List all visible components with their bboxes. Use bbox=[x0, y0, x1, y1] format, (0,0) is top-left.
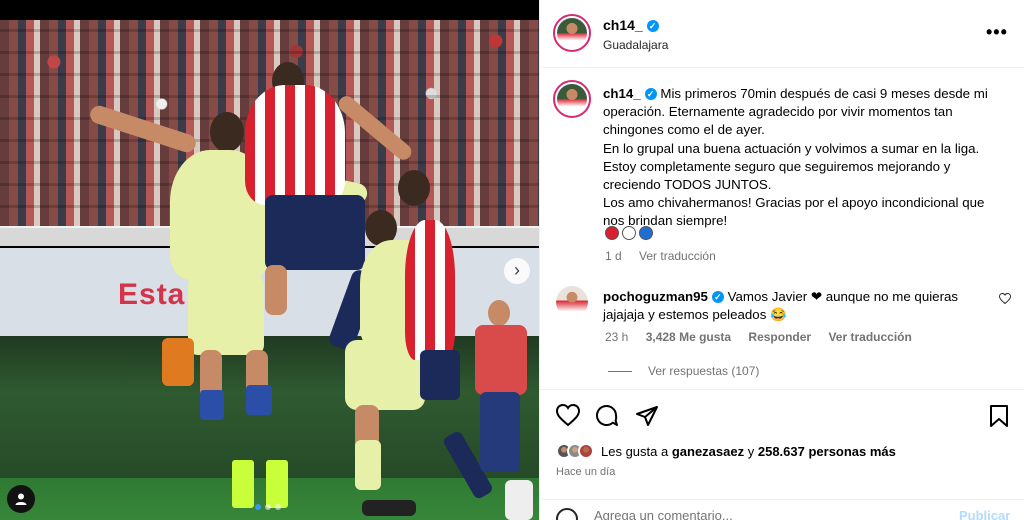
comment-like-heart-icon[interactable] bbox=[998, 292, 1012, 307]
ad-board-text: Esta bbox=[118, 278, 186, 311]
commenter-username[interactable]: pochoguzman95 bbox=[603, 289, 708, 304]
carousel-dot bbox=[265, 504, 271, 510]
author-avatar[interactable] bbox=[553, 14, 591, 52]
comment-reply-button[interactable]: Responder bbox=[748, 330, 811, 344]
post-caption: ch14_ ✓ Mis primeros 70min después de cas… bbox=[603, 85, 1003, 231]
blue-circle-emoji bbox=[639, 226, 653, 240]
post-header: ch14_ ✓ Guadalajara ••• bbox=[540, 0, 1024, 68]
caption-username[interactable]: ch14_ bbox=[603, 86, 641, 101]
caption-line: En lo grupal una buena actuación y volvi… bbox=[603, 140, 980, 156]
likes-others[interactable]: 258.637 personas más bbox=[758, 444, 896, 459]
white-circle-emoji bbox=[622, 226, 636, 240]
post-photo[interactable]: Esta bbox=[0, 20, 539, 520]
share-icon[interactable] bbox=[635, 404, 661, 430]
caption-line: Estoy completamente seguro que seguiremo… bbox=[603, 158, 951, 174]
author-username-text[interactable]: ch14_ bbox=[603, 17, 643, 33]
caption-line: chingones como el de ayer. bbox=[603, 122, 765, 138]
likes-summary: Les gusta a ganezasaez y 258.637 persona… bbox=[556, 443, 896, 459]
likes-connector: y bbox=[747, 443, 755, 459]
add-comment-bar: Publicar bbox=[540, 499, 1024, 520]
post-photo-pane: Esta › bbox=[0, 0, 539, 520]
caption-emoji-row bbox=[605, 226, 653, 240]
comment-meta: 23 h 3,428 Me gusta Responder Ver traduc… bbox=[605, 330, 926, 344]
comment-icon[interactable] bbox=[595, 404, 621, 430]
post-location[interactable]: Guadalajara bbox=[603, 38, 668, 52]
carousel-indicator bbox=[255, 504, 281, 510]
caption-line: nos brindan siempre! bbox=[603, 213, 728, 229]
heart-icon[interactable] bbox=[555, 403, 582, 430]
post-actions-section: Les gusta a ganezasaez y 258.637 persona… bbox=[540, 389, 1024, 520]
publish-button[interactable]: Publicar bbox=[959, 508, 1010, 520]
carousel-dot bbox=[275, 504, 281, 510]
caption-age: 1 d bbox=[605, 249, 622, 263]
comment-text: pochoguzman95 ✓ Vamos Javier ❤ aunque no … bbox=[603, 288, 993, 324]
red-circle-emoji bbox=[605, 226, 619, 240]
add-comment-input[interactable] bbox=[594, 508, 934, 520]
author-username[interactable]: ch14_ ✓ bbox=[603, 17, 659, 33]
post-side-panel: ch14_ ✓ Guadalajara ••• ch14_ ✓ Mis primer… bbox=[539, 0, 1024, 520]
caption-line: creciendo TODOS JUNTOS. bbox=[603, 177, 772, 193]
comment-line: Vamos Javier ❤ aunque no me quieras bbox=[727, 289, 959, 304]
comment-line: jajajaja y estemos peleados 😂 bbox=[603, 307, 787, 323]
bookmark-icon[interactable] bbox=[988, 404, 1014, 430]
post-time-ago[interactable]: Hace un día bbox=[556, 466, 615, 478]
carousel-dot bbox=[255, 504, 261, 510]
likes-prefix: Les gusta a bbox=[601, 443, 669, 459]
caption-line: Mis primeros 70min después de casi 9 mes… bbox=[660, 86, 988, 101]
view-replies-label[interactable]: Ver respuestas (107) bbox=[648, 364, 759, 378]
emoji-icon[interactable] bbox=[556, 508, 578, 520]
caption-see-translation[interactable]: Ver traducción bbox=[639, 249, 716, 263]
view-replies-button[interactable]: Ver respuestas (107) bbox=[608, 364, 759, 378]
caption-author-avatar[interactable] bbox=[553, 80, 591, 118]
caption-line: operación. Eternamente agradecido por vi… bbox=[603, 104, 953, 120]
comment-likes[interactable]: 3,428 Me gusta bbox=[646, 330, 731, 344]
replies-divider bbox=[608, 370, 632, 372]
chevron-right-icon[interactable]: › bbox=[504, 258, 530, 284]
verified-badge-icon: ✓ bbox=[644, 88, 657, 101]
caption-line: Los amo chivahermanos! Gracias por el ap… bbox=[603, 195, 985, 211]
liked-by-username[interactable]: ganezasaez bbox=[672, 444, 744, 459]
commenter-avatar[interactable] bbox=[556, 286, 588, 318]
comment-see-translation[interactable]: Ver traducción bbox=[828, 330, 911, 344]
comment-age: 23 h bbox=[605, 330, 629, 344]
user-tag-icon[interactable] bbox=[7, 485, 35, 513]
verified-badge-icon: ✓ bbox=[646, 20, 659, 33]
likes-text: Les gusta a ganezasaez y 258.637 persona… bbox=[601, 444, 896, 459]
liker-avatar bbox=[578, 443, 594, 459]
verified-badge-icon: ✓ bbox=[711, 291, 724, 304]
caption-meta: 1 d Ver traducción bbox=[605, 249, 730, 263]
more-options-icon[interactable]: ••• bbox=[986, 22, 1008, 43]
